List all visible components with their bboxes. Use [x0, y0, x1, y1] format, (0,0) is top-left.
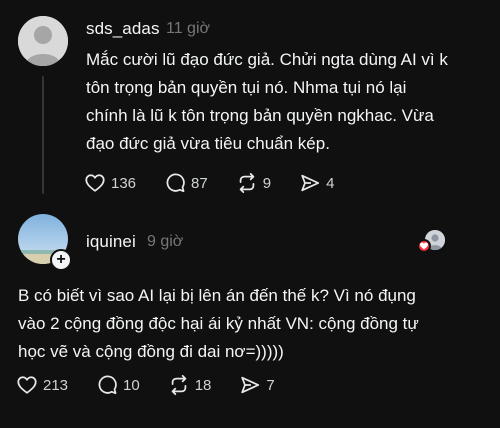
like-count: 213: [43, 376, 69, 394]
repost-count: 9: [262, 174, 272, 192]
username[interactable]: sds_adas: [86, 19, 160, 39]
comment-icon: [166, 173, 185, 193]
repost-icon: [239, 172, 255, 194]
comment-button[interactable]: 10: [96, 374, 140, 396]
post-text-line: Mắc cười lũ đạo đức giả. Chửi ngta dùng …: [86, 50, 448, 69]
comment-count: 10: [123, 376, 140, 394]
username[interactable]: iquinei: [86, 232, 136, 252]
post-text-line: học vẽ và cộng đồng đi dai nơ=))))): [18, 342, 284, 361]
post-text: Mắc cười lũ đạo đức giả. Chửi ngta dùng …: [86, 46, 448, 158]
action-bar: 136 87 9 4: [84, 172, 362, 194]
timestamp: 9 giờ: [147, 233, 184, 250]
heart-icon: [420, 242, 428, 250]
comment-count: 87: [191, 174, 208, 192]
comment-icon: [98, 375, 117, 395]
share-icon: [301, 174, 320, 192]
timestamp: 11 giờ: [166, 20, 210, 37]
comment-button[interactable]: 87: [164, 172, 208, 194]
follow-button[interactable]: +: [50, 249, 72, 271]
post-text-line: B có biết vì sao AI lại bị lên án đến th…: [18, 286, 416, 305]
default-avatar-icon: [18, 16, 68, 66]
heart-icon: [85, 174, 105, 192]
post-text: B có biết vì sao AI lại bị lên án đến th…: [18, 282, 419, 366]
thread-post: sds_adas 11 giờ Mắc cười lũ đạo đức giả.…: [0, 0, 500, 206]
share-icon: [241, 376, 260, 394]
share-count: 7: [266, 376, 275, 394]
share-count: 4: [326, 174, 335, 192]
repost-button[interactable]: 9: [236, 172, 271, 194]
repost-count: 18: [194, 376, 212, 394]
like-count: 136: [111, 174, 137, 192]
share-button[interactable]: 7: [239, 374, 275, 396]
plus-icon: +: [56, 250, 66, 268]
action-bar: 213 10 18 7: [16, 374, 303, 396]
post-text-line: đạo đức giả vừa tiêu chuẩn kép.: [86, 134, 330, 153]
avatar[interactable]: [18, 16, 68, 66]
thread-line: [42, 76, 44, 194]
repost-button[interactable]: 18: [168, 374, 212, 396]
like-button[interactable]: 213: [16, 374, 68, 396]
thread-post: + iquinei 9 giờ B có biết vì sao AI lại …: [0, 206, 500, 428]
post-text-line: vào 2 cộng đồng độc hại ái kỷ nhất VN: c…: [18, 314, 419, 333]
post-text-line: tôn trọng bản quyền tụi nó. Nhma tụi nó …: [86, 78, 407, 97]
heart-icon: [17, 376, 37, 394]
share-button[interactable]: 4: [299, 172, 334, 194]
post-text-line: chính là lũ k tôn trọng bản quyền ngkhac…: [86, 106, 434, 125]
liked-heart-icon: [417, 239, 431, 253]
like-button[interactable]: 136: [84, 172, 136, 194]
repost-icon: [171, 374, 187, 396]
